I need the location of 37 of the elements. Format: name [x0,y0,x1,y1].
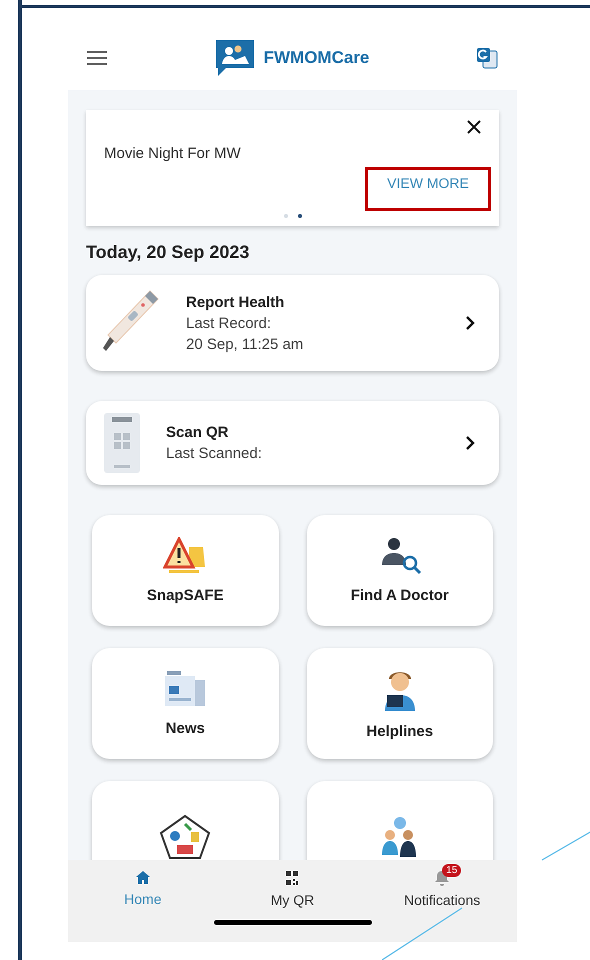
qr-code-icon [285,870,300,886]
feature-tile[interactable]: News [92,648,278,759]
carousel-dot[interactable] [298,214,302,218]
card-text: Last Scanned: [166,445,263,462]
date-heading: Today, 20 Sep 2023 [86,242,250,263]
feature-tile[interactable] [92,781,278,860]
close-icon [467,120,481,134]
close-button[interactable] [467,120,481,134]
card-title: Scan QR [166,424,230,441]
feature-tile[interactable]: Helplines [306,648,493,759]
chevron-right-icon [465,315,475,331]
view-more-link[interactable]: VIEW MORE [365,167,491,211]
card-title: Report Health [186,294,286,310]
nav-tab[interactable]: My QR [232,862,352,908]
translate-button[interactable] [475,46,499,70]
warning-icon [163,537,208,575]
app-name: FWMOMCare [264,48,370,68]
feature-tile[interactable] [306,781,493,860]
nav-tab[interactable]: 15 Notifications [382,862,502,908]
tile-label: Find A Doctor [350,587,449,604]
action-card[interactable]: Report Health Last Record: 20 Sep, 11:25 am [86,275,499,371]
announcement-text: Movie Night For MW [104,145,241,162]
action-card[interactable]: Scan QR Last Scanned: [86,401,499,485]
tile-label: SnapSAFE [146,587,224,604]
feature-tile[interactable]: SnapSAFE [92,515,278,626]
tile-label: News [166,720,205,737]
home-icon [134,870,151,885]
logo-icon [214,38,256,78]
card-text: 20 Sep, 11:25 am [186,336,304,352]
tile-label: Helplines [366,723,434,740]
notification-badge: 15 [442,864,462,877]
carousel-dot[interactable] [284,214,288,218]
feature-tile[interactable]: Find A Doctor [306,515,493,626]
card-text: Last Record: [186,314,272,332]
newspaper-icon [163,670,208,708]
menu-button[interactable] [86,50,108,66]
chevron-right-icon [465,435,475,451]
